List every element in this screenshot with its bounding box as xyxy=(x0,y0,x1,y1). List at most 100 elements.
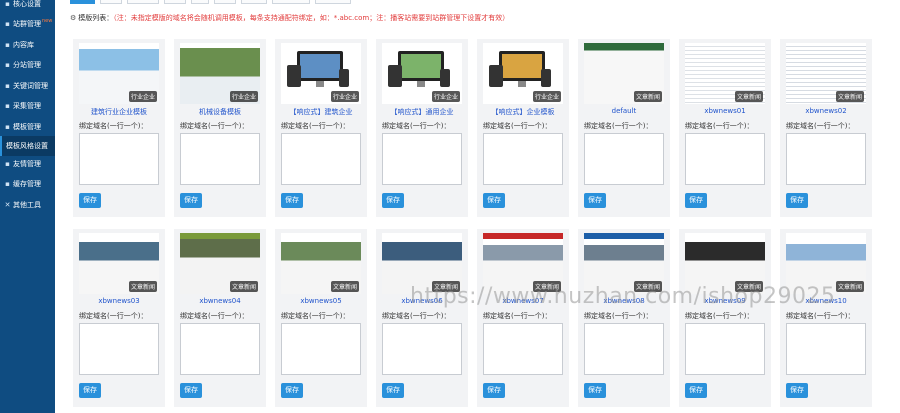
bind-domain-textarea[interactable] xyxy=(180,323,260,375)
template-preview-image[interactable]: 行业企业 xyxy=(483,43,563,104)
tab-button[interactable] xyxy=(164,0,186,4)
save-button[interactable]: 保存 xyxy=(786,193,808,208)
bind-domain-textarea[interactable] xyxy=(79,133,159,185)
bind-domain-textarea[interactable] xyxy=(281,323,361,375)
template-preview-image[interactable]: 文章新闻 xyxy=(180,233,260,294)
tab-button[interactable] xyxy=(127,0,159,4)
sidebar-item-template-style[interactable]: 模板风格设置 xyxy=(0,136,55,156)
save-button[interactable]: 保存 xyxy=(79,383,101,398)
bind-domain-textarea[interactable] xyxy=(584,323,664,375)
bind-domain-textarea[interactable] xyxy=(382,133,462,185)
sidebar-item-tools[interactable]: ✕ 其他工具 xyxy=(0,195,55,215)
sidebar-item-templates[interactable]: ▪ 模板管理 xyxy=(0,117,55,137)
template-card: 文章新闻 xbwnews06 绑定域名(一行一个)： 保存 xyxy=(376,229,468,407)
sidebar-item-friend-links[interactable]: ▪ 友情管理 xyxy=(0,154,55,174)
sidebar-item-label: 模板风格设置 xyxy=(6,142,48,150)
save-button[interactable]: 保存 xyxy=(483,383,505,398)
sidebar-item-content-library[interactable]: ▪ 内容库 xyxy=(0,35,55,55)
category-badge: 文章新闻 xyxy=(330,281,359,292)
notice-prefix: 模版列表： xyxy=(78,14,114,22)
template-card: 文章新闻 xbwnews04 绑定域名(一行一个)： 保存 xyxy=(174,229,266,407)
save-button[interactable]: 保存 xyxy=(483,193,505,208)
save-button[interactable]: 保存 xyxy=(79,193,101,208)
template-name[interactable]: default xyxy=(578,107,670,115)
template-preview-image[interactable]: 行业企业 xyxy=(180,43,260,104)
bind-domain-textarea[interactable] xyxy=(281,133,361,185)
tab-button[interactable] xyxy=(214,0,236,4)
save-button[interactable]: 保存 xyxy=(786,383,808,398)
template-card: 行业企业 【响应式】企业模板 绑定域名(一行一个)： 保存 xyxy=(477,39,569,217)
save-button[interactable]: 保存 xyxy=(382,193,404,208)
bind-domain-textarea[interactable] xyxy=(786,323,866,375)
tab-button[interactable] xyxy=(315,0,351,4)
template-name[interactable]: xbwnews04 xyxy=(174,297,266,305)
save-button[interactable]: 保存 xyxy=(281,383,303,398)
template-preview-image[interactable]: 文章新闻 xyxy=(79,233,159,294)
sidebar-item-label: 采集管理 xyxy=(13,102,41,110)
bind-domain-label: 绑定域名(一行一个)： xyxy=(180,122,249,130)
template-preview-image[interactable]: 行业企业 xyxy=(79,43,159,104)
template-preview-image[interactable]: 文章新闻 xyxy=(281,233,361,294)
sidebar-item-site-group[interactable]: ▪ 站群管理 new xyxy=(0,14,55,34)
save-button[interactable]: 保存 xyxy=(382,383,404,398)
template-name[interactable]: xbwnews02 xyxy=(780,107,872,115)
tab-button-active[interactable] xyxy=(70,0,95,4)
template-name[interactable]: 【响应式】通用企业 xyxy=(376,107,468,117)
bind-domain-label: 绑定域名(一行一个)： xyxy=(786,312,855,320)
template-preview-image[interactable]: 文章新闻 xyxy=(584,43,664,104)
template-name[interactable]: xbwnews01 xyxy=(679,107,771,115)
template-name[interactable]: 【响应式】企业模板 xyxy=(477,107,569,117)
template-name[interactable]: 【响应式】建筑企业 xyxy=(275,107,367,117)
template-preview-image[interactable]: 行业企业 xyxy=(382,43,462,104)
bind-domain-label: 绑定域名(一行一个)： xyxy=(483,122,552,130)
bind-domain-label: 绑定域名(一行一个)： xyxy=(382,312,451,320)
template-preview-image[interactable]: 行业企业 xyxy=(281,43,361,104)
save-button[interactable]: 保存 xyxy=(180,383,202,398)
template-name[interactable]: 建筑行业企业模板 xyxy=(73,107,165,117)
sidebar-item-cache[interactable]: ▪ 缓存管理 xyxy=(0,174,55,194)
tab-button[interactable] xyxy=(272,0,310,4)
sidebar-item-core-settings[interactable]: ▪ 核心设置 xyxy=(0,0,55,14)
save-button[interactable]: 保存 xyxy=(584,383,606,398)
bind-domain-label: 绑定域名(一行一个)： xyxy=(483,312,552,320)
bind-domain-label: 绑定域名(一行一个)： xyxy=(584,312,653,320)
sites-icon: ▪ xyxy=(5,19,10,28)
sidebar-item-keywords[interactable]: ▪ 关键词管理 xyxy=(0,76,55,96)
tab-button[interactable] xyxy=(241,0,267,4)
template-preview-image[interactable]: 文章新闻 xyxy=(786,43,866,104)
sidebar-item-branch[interactable]: ▪ 分站管理 xyxy=(0,55,55,75)
save-button[interactable]: 保存 xyxy=(281,193,303,208)
template-list-notice: ⚙ 模版列表：（注：未指定模版的域名将会随机调用模板，每条支持通配符绑定，如：*… xyxy=(70,13,509,23)
template-name[interactable]: xbwnews05 xyxy=(275,297,367,305)
bind-domain-textarea[interactable] xyxy=(382,323,462,375)
template-name[interactable]: xbwnews03 xyxy=(73,297,165,305)
bind-domain-textarea[interactable] xyxy=(79,323,159,375)
key-icon: ▪ xyxy=(5,81,10,90)
bind-domain-label: 绑定域名(一行一个)： xyxy=(281,312,350,320)
template-card: 文章新闻 xbwnews01 绑定域名(一行一个)： 保存 xyxy=(679,39,771,217)
bind-domain-textarea[interactable] xyxy=(685,133,765,185)
sidebar-item-label: 其他工具 xyxy=(13,201,41,209)
save-button[interactable]: 保存 xyxy=(685,383,707,398)
sidebar: ▪ 核心设置 ▪ 站群管理 new ▪ 内容库 ▪ 分站管理 ▪ 关键词管理 ▪ 采集管理 ▪… xyxy=(0,0,55,413)
template-card: 行业企业 【响应式】建筑企业 绑定域名(一行一个)： 保存 xyxy=(275,39,367,217)
bind-domain-textarea[interactable] xyxy=(180,133,260,185)
save-button[interactable]: 保存 xyxy=(584,193,606,208)
template-card: 文章新闻 xbwnews10 绑定域名(一行一个)： 保存 xyxy=(780,229,872,407)
tab-button[interactable] xyxy=(191,0,209,4)
bind-domain-textarea[interactable] xyxy=(685,323,765,375)
tab-button[interactable] xyxy=(100,0,122,4)
template-card: 文章新闻 xbwnews08 绑定域名(一行一个)： 保存 xyxy=(578,229,670,407)
bind-domain-textarea[interactable] xyxy=(786,133,866,185)
sidebar-item-label: 关键词管理 xyxy=(13,82,48,90)
template-preview-image[interactable]: 文章新闻 xyxy=(685,43,765,104)
bind-domain-textarea[interactable] xyxy=(584,133,664,185)
bind-domain-textarea[interactable] xyxy=(483,133,563,185)
sidebar-item-collect[interactable]: ▪ 采集管理 xyxy=(0,96,55,116)
bind-domain-label: 绑定域名(一行一个)： xyxy=(685,122,754,130)
template-name[interactable]: 机械设备模板 xyxy=(174,107,266,117)
template-icon: ▪ xyxy=(5,122,10,131)
save-button[interactable]: 保存 xyxy=(180,193,202,208)
bind-domain-textarea[interactable] xyxy=(483,323,563,375)
save-button[interactable]: 保存 xyxy=(685,193,707,208)
